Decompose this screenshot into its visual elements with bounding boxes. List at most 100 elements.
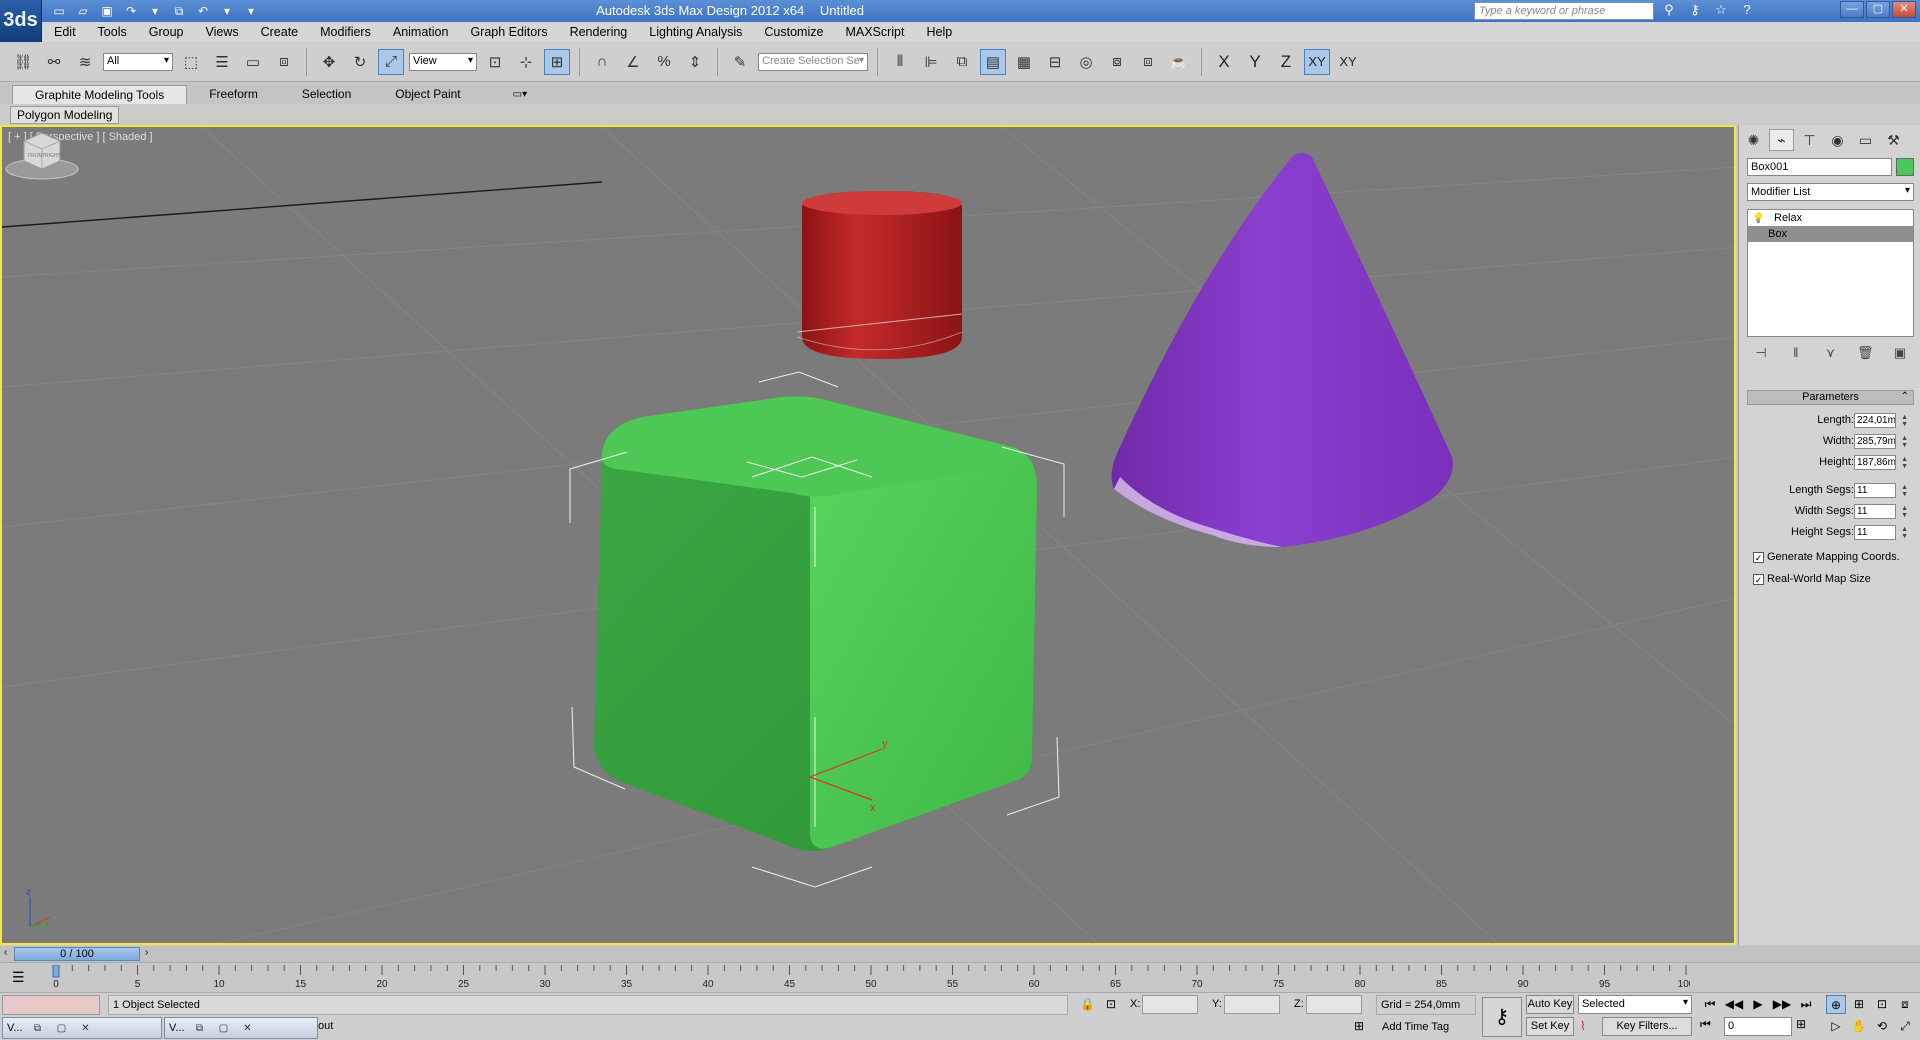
menu-customize[interactable]: Customize <box>764 25 823 39</box>
collapse-icon[interactable]: ⌃ <box>1901 391 1909 402</box>
zoom-extents-icon[interactable]: ⊡ <box>1872 995 1892 1014</box>
select-object-icon[interactable]: ⬚ <box>178 49 204 75</box>
width-segs-field[interactable]: 11 <box>1854 504 1896 519</box>
rect-selection-icon[interactable]: ▭ <box>240 49 266 75</box>
restore-icon[interactable]: ⧉ <box>29 1023 47 1034</box>
length-field[interactable]: 224,01mm <box>1854 413 1896 428</box>
x-coordinate-field[interactable] <box>1142 995 1198 1014</box>
zoom-extents-all-icon[interactable]: ⧈ <box>1895 995 1915 1014</box>
set-key-button[interactable]: Set Key <box>1526 1017 1574 1036</box>
stack-item-box[interactable]: Box <box>1748 226 1913 242</box>
red-cylinder[interactable] <box>796 191 963 359</box>
menu-graph-editors[interactable]: Graph Editors <box>470 25 547 39</box>
play-icon[interactable]: ▶ <box>1748 995 1768 1014</box>
layer-manager-icon[interactable]: ⧉ <box>949 49 975 75</box>
create-tab-icon[interactable]: ✺ <box>1741 129 1766 151</box>
height-segs-field[interactable]: 11 <box>1854 525 1896 540</box>
time-config-icon[interactable]: ⊞ <box>1796 1017 1806 1031</box>
bind-space-warp-icon[interactable]: ≋ <box>72 49 98 75</box>
time-slider[interactable]: 0 / 100 <box>14 947 140 961</box>
mini-curve-editor-icon[interactable]: ☰ <box>12 969 25 986</box>
menu-modifiers[interactable]: Modifiers <box>320 25 371 39</box>
spinner-icon[interactable]: ▲ ▼ <box>1901 505 1908 519</box>
polygon-modeling-panel[interactable]: Polygon Modeling <box>10 106 120 124</box>
menu-edit[interactable]: Edit <box>54 25 76 39</box>
prev-frame-arrow-icon[interactable]: ‹ <box>4 947 7 958</box>
angle-snap-icon[interactable]: ∠ <box>620 49 646 75</box>
lightbulb-icon[interactable]: 💡 <box>1752 213 1774 224</box>
close-icon[interactable]: ✕ <box>239 1023 257 1034</box>
menu-create[interactable]: Create <box>261 25 299 39</box>
percent-snap-icon[interactable]: % <box>651 49 677 75</box>
mirror-icon[interactable]: ⫴ <box>887 49 913 75</box>
go-to-start-icon[interactable]: ⏮ <box>1700 995 1720 1014</box>
search-input[interactable]: Type a keyword or phrase <box>1474 2 1654 20</box>
selection-filter-dropdown[interactable]: All <box>103 52 173 71</box>
current-frame-field[interactable]: 0 <box>1724 1017 1792 1036</box>
hierarchy-tab-icon[interactable]: ⊤ <box>1797 129 1822 151</box>
generate-mapping-checkbox[interactable]: ✓ <box>1753 551 1764 563</box>
menu-group[interactable]: Group <box>149 25 184 39</box>
select-by-name-icon[interactable]: ☰ <box>209 49 235 75</box>
menu-animation[interactable]: Animation <box>393 25 449 39</box>
axis-xy-button[interactable]: XY <box>1304 48 1330 75</box>
move-icon[interactable]: ✥ <box>316 49 342 75</box>
length-segs-field[interactable]: 11 <box>1854 483 1896 498</box>
unlink-icon[interactable]: ⚯ <box>41 49 67 75</box>
timeline-ruler[interactable]: 0 5 10 15 20 25 30 35 40 45 50 55 60 65 70 75 80 85 90 95 10… <box>50 965 1690 991</box>
track-bar[interactable]: ☰ 0 5 10 15 20 25 30 35 40 45 50 55 60 65 70 75 80 85 90 95… <box>0 962 1920 992</box>
spinner-icon[interactable]: ▲ ▼ <box>1901 414 1908 428</box>
maxscript-listener[interactable] <box>2 995 100 1015</box>
go-to-end-icon[interactable]: ⏭ <box>1796 995 1816 1014</box>
link-icon[interactable]: ⛓ <box>10 49 36 75</box>
height-field[interactable]: 187,86mm <box>1854 455 1896 470</box>
configure-sets-icon[interactable]: ▣ <box>1890 345 1910 361</box>
star-icon[interactable]: ☆ <box>1712 2 1730 18</box>
object-color-swatch[interactable] <box>1896 158 1914 176</box>
pivot-center-icon[interactable]: ⊡ <box>482 49 508 75</box>
maximize-icon[interactable]: ▢ <box>215 1023 233 1034</box>
add-time-tag[interactable]: Add Time Tag <box>1382 1021 1449 1033</box>
z-coordinate-field[interactable] <box>1306 995 1362 1014</box>
pan-icon[interactable]: ✋ <box>1849 1017 1869 1036</box>
curve-editor-icon[interactable]: ▦ <box>1011 49 1037 75</box>
green-box[interactable]: y x <box>569 371 1065 888</box>
restore-icon[interactable]: ⧉ <box>191 1023 209 1034</box>
remove-modifier-icon[interactable]: 🗑 <box>1855 345 1875 361</box>
key-selection-dropdown[interactable]: Selected <box>1578 995 1692 1014</box>
menu-rendering[interactable]: Rendering <box>570 25 628 39</box>
absolute-mode-icon[interactable]: ⊡ <box>1106 997 1116 1011</box>
render-setup-icon[interactable]: ⧇ <box>1104 49 1130 75</box>
maximize-button[interactable]: ▢ <box>1866 1 1890 18</box>
make-unique-icon[interactable]: ⋎ <box>1821 345 1841 361</box>
named-selection-set-dropdown[interactable]: Create Selection Se <box>758 52 868 71</box>
ribbon-options-icon[interactable]: ▭▾ <box>513 89 527 100</box>
spinner-snap-icon[interactable]: ⇕ <box>682 49 708 75</box>
scale-icon[interactable]: ⤢ <box>378 48 404 75</box>
menu-tools[interactable]: Tools <box>98 25 127 39</box>
key-filters-button[interactable]: Key Filters... <box>1602 1017 1692 1036</box>
material-editor-icon[interactable]: ◎ <box>1073 49 1099 75</box>
spinner-icon[interactable]: ▲ ▼ <box>1901 526 1908 540</box>
menu-maxscript[interactable]: MAXScript <box>845 25 904 39</box>
snaps-toggle-icon[interactable]: ∩ <box>589 49 615 75</box>
rotate-icon[interactable]: ↻ <box>347 49 373 75</box>
graphite-toggle-icon[interactable]: ▤ <box>980 48 1006 75</box>
modify-tab-icon[interactable]: ⌁ <box>1769 129 1794 151</box>
taskbar-window-1[interactable]: V... ⧉ ▢ ✕ <box>2 1017 162 1039</box>
current-frame-marker[interactable] <box>52 965 60 978</box>
rendered-frame-icon[interactable]: ⧈ <box>1135 49 1161 75</box>
axis-xy-cycle-button[interactable]: XY <box>1335 49 1361 75</box>
ref-coord-dropdown[interactable]: View <box>409 52 477 71</box>
schematic-view-icon[interactable]: ⊟ <box>1042 49 1068 75</box>
purple-pyramid[interactable] <box>1111 153 1453 547</box>
spinner-icon[interactable]: ▲ ▼ <box>1901 435 1908 449</box>
viewport-scene[interactable]: y x z y <box>2 127 1736 945</box>
stack-item-relax[interactable]: 💡 Relax <box>1748 210 1913 226</box>
axis-z-button[interactable]: Z <box>1273 49 1299 75</box>
maximize-icon[interactable]: ▢ <box>53 1023 71 1034</box>
edit-named-selection-icon[interactable]: ✎ <box>727 49 753 75</box>
generate-mapping-checkbox-row[interactable]: ✓ Generate Mapping Coords. <box>1753 551 1900 563</box>
menu-help[interactable]: Help <box>926 25 952 39</box>
maximize-viewport-icon[interactable]: ⤢ <box>1895 1017 1915 1036</box>
